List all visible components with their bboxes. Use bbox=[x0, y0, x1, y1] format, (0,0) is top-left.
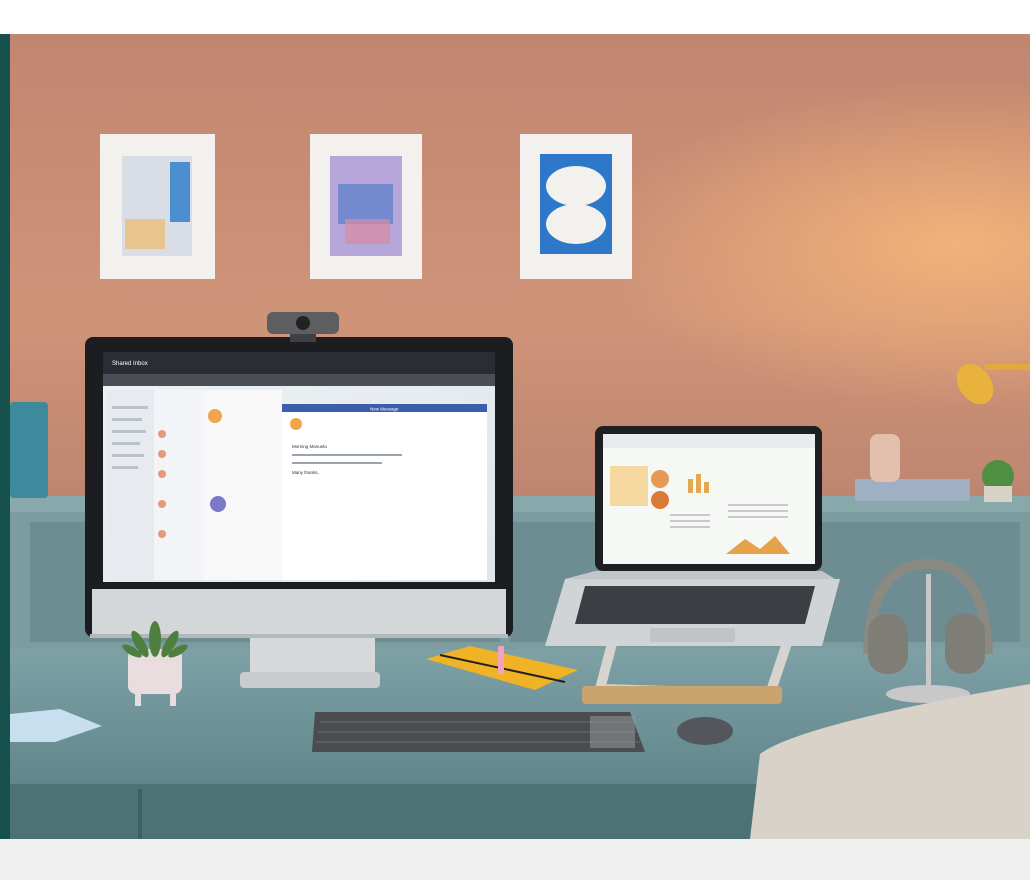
page: Shared Inbox New Message Morning Manuela… bbox=[0, 0, 1030, 880]
wall-frame-middle bbox=[310, 134, 422, 279]
blue-vase bbox=[10, 402, 48, 498]
product-photo: Shared Inbox New Message Morning Manuela… bbox=[0, 34, 1030, 839]
mouse bbox=[677, 717, 733, 745]
teal-edge bbox=[0, 34, 10, 839]
wall-frame-left bbox=[100, 134, 215, 279]
email-greeting: Morning Manuela bbox=[292, 444, 327, 449]
email-signoff: Many thanks, bbox=[292, 470, 319, 475]
monitor-title: Shared Inbox bbox=[112, 361, 148, 367]
compose-label: New Message bbox=[370, 407, 399, 412]
desk-setup-illustration: Shared Inbox New Message Morning Manuela… bbox=[0, 34, 1030, 839]
bottom-band bbox=[0, 839, 1030, 880]
wall-frame-right bbox=[520, 134, 632, 279]
keyboard bbox=[312, 712, 645, 752]
